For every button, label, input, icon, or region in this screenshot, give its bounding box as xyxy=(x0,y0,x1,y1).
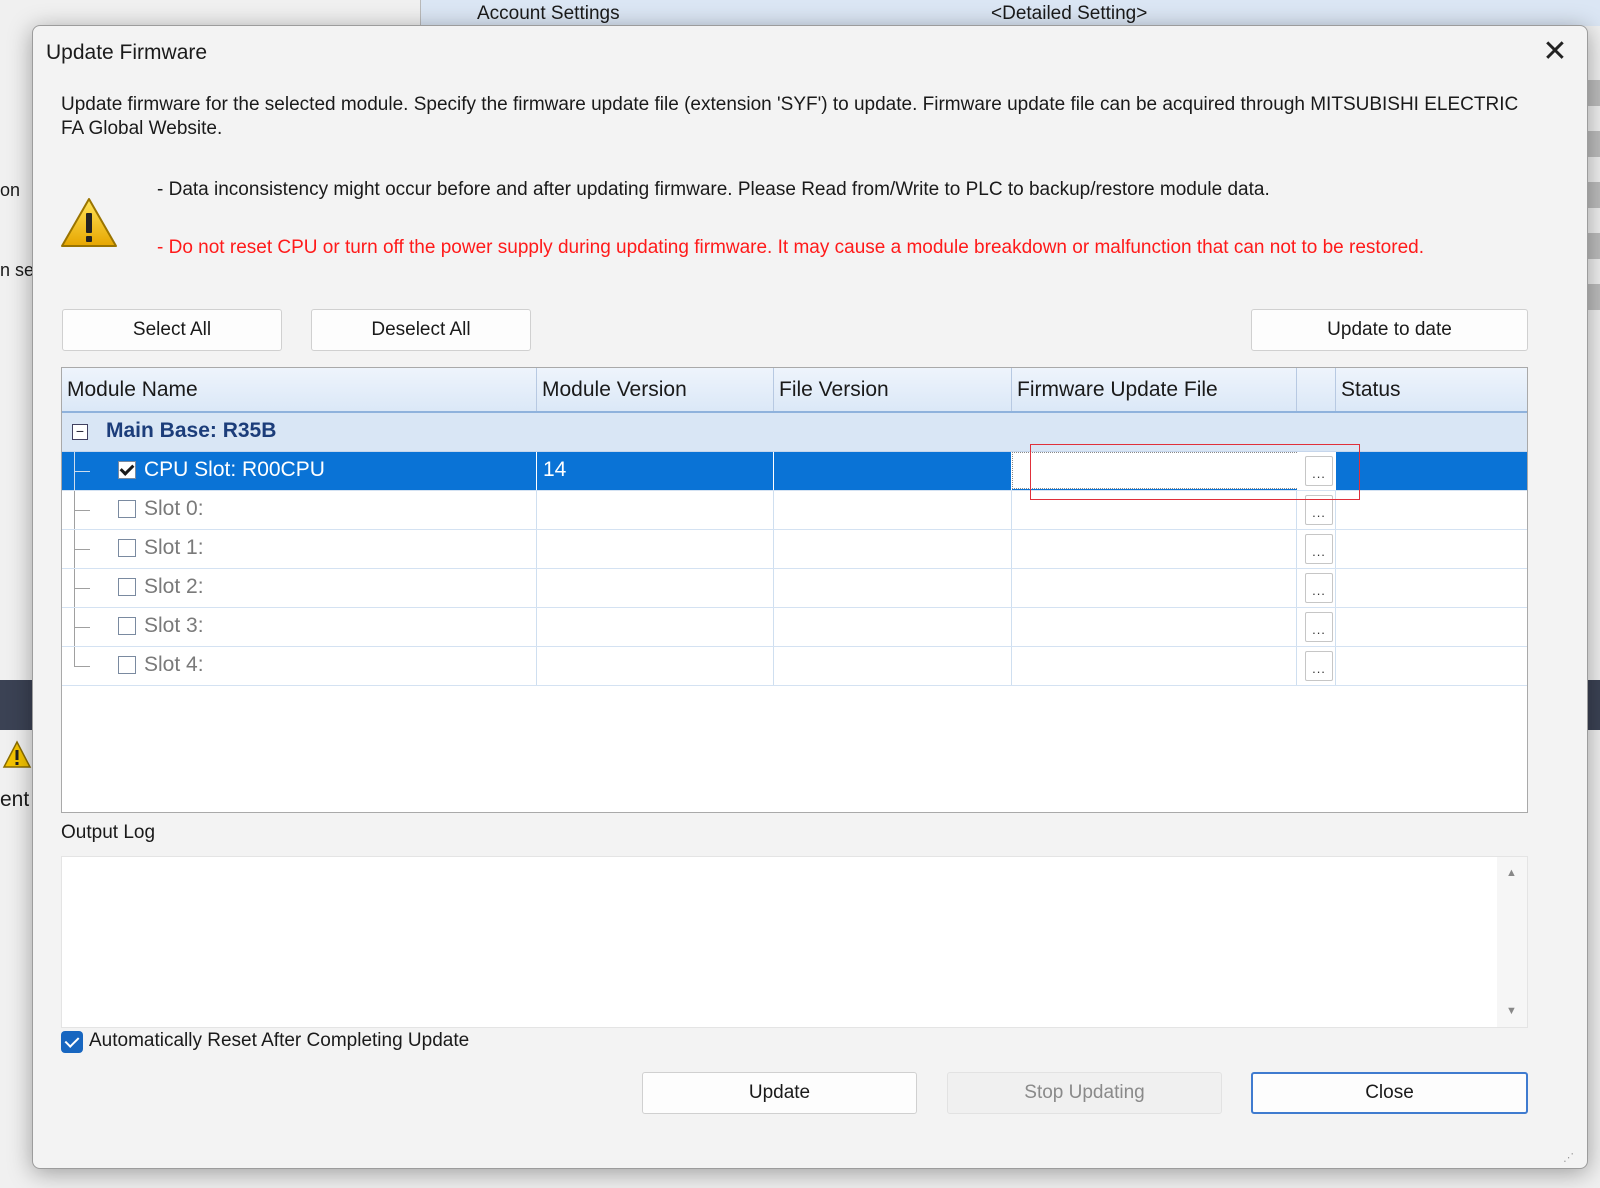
notice-warning: - Do not reset CPU or turn off the power… xyxy=(157,237,1424,258)
tree-connector xyxy=(74,530,90,568)
module-grid: Module Name Module Version File Version … xyxy=(61,367,1528,813)
auto-reset-checkbox[interactable] xyxy=(61,1031,83,1053)
output-log-label: Output Log xyxy=(61,822,156,843)
browse-button[interactable]: ... xyxy=(1305,534,1333,564)
module-name-cell: Slot 4: xyxy=(62,647,537,685)
row-checkbox[interactable] xyxy=(118,500,136,518)
module-name: CPU Slot: R00CPU xyxy=(144,458,325,481)
firmware-file-cell[interactable] xyxy=(1012,530,1297,568)
update-to-date-button[interactable]: Update to date xyxy=(1251,309,1528,351)
firmware-file-cell[interactable] xyxy=(1012,569,1297,607)
warning-icon xyxy=(2,740,32,775)
stop-updating-button[interactable]: Stop Updating xyxy=(947,1072,1222,1114)
file-version-cell xyxy=(774,530,1012,568)
background-row-value: <Detailed Setting> xyxy=(991,3,1148,24)
scroll-down-icon[interactable]: ▼ xyxy=(1506,1005,1517,1017)
column-header-module-name[interactable]: Module Name xyxy=(62,368,537,411)
table-row[interactable]: Slot 4: ... xyxy=(62,647,1527,686)
dialog-description: Update firmware for the selected module.… xyxy=(61,94,1519,139)
browse-button[interactable]: ... xyxy=(1305,612,1333,642)
warning-icon xyxy=(59,196,119,255)
module-name: Slot 0: xyxy=(144,497,204,520)
update-firmware-dialog: Update Firmware ✕ Update firmware for th… xyxy=(32,25,1588,1169)
deselect-all-button[interactable]: Deselect All xyxy=(311,309,531,351)
browse-button[interactable]: ... xyxy=(1305,573,1333,603)
module-name: Slot 3: xyxy=(144,614,204,637)
output-log-area[interactable]: ▲ ▼ xyxy=(61,856,1528,1028)
notice-info: - Data inconsistency might occur before … xyxy=(157,179,1270,200)
row-checkbox[interactable] xyxy=(118,617,136,635)
browse-button[interactable]: ... xyxy=(1305,651,1333,681)
status-cell xyxy=(1336,491,1527,529)
browse-cell: ... xyxy=(1297,608,1336,646)
status-cell xyxy=(1336,647,1527,685)
auto-reset-label[interactable]: Automatically Reset After Completing Upd… xyxy=(89,1030,469,1052)
firmware-file-cell[interactable] xyxy=(1012,647,1297,685)
module-name-cell: CPU Slot: R00CPU xyxy=(62,452,537,490)
firmware-file-cell[interactable] xyxy=(1012,608,1297,646)
tree-connector xyxy=(74,452,90,490)
column-header-file-version[interactable]: File Version xyxy=(774,368,1012,411)
table-row[interactable]: Slot 1: ... xyxy=(62,530,1527,569)
module-name: Slot 1: xyxy=(144,536,204,559)
dialog-title: Update Firmware xyxy=(46,41,208,64)
update-button[interactable]: Update xyxy=(642,1072,917,1114)
status-cell xyxy=(1336,608,1527,646)
column-header-browse xyxy=(1297,368,1336,411)
row-checkbox[interactable] xyxy=(118,539,136,557)
tree-connector xyxy=(74,647,90,685)
status-cell xyxy=(1336,530,1527,568)
module-name: Slot 2: xyxy=(144,575,204,598)
file-version-cell xyxy=(774,491,1012,529)
output-log-scrollbar[interactable]: ▲ ▼ xyxy=(1497,857,1527,1027)
column-header-module-version[interactable]: Module Version xyxy=(537,368,774,411)
select-all-button[interactable]: Select All xyxy=(62,309,282,351)
file-version-cell xyxy=(774,569,1012,607)
module-name-cell: Slot 1: xyxy=(62,530,537,568)
table-row[interactable]: Slot 2: ... xyxy=(62,569,1527,608)
module-name-cell: Slot 3: xyxy=(62,608,537,646)
table-row[interactable]: Slot 3: ... xyxy=(62,608,1527,647)
row-checkbox[interactable] xyxy=(118,656,136,674)
background-text-fragment: on xyxy=(0,180,21,200)
background-row-name: Account Settings xyxy=(477,3,620,24)
browse-cell: ... xyxy=(1297,647,1336,685)
background-property-row: Account Settings <Detailed Setting> xyxy=(420,0,1600,26)
close-button[interactable]: Close xyxy=(1251,1072,1528,1114)
module-name-cell: Slot 2: xyxy=(62,569,537,607)
status-cell xyxy=(1336,452,1527,490)
resize-grip-icon[interactable]: ⋰ xyxy=(1563,1151,1574,1164)
module-version-cell xyxy=(537,608,774,646)
highlight-box xyxy=(1030,444,1360,500)
module-version-cell xyxy=(537,569,774,607)
file-version-cell xyxy=(774,647,1012,685)
status-cell xyxy=(1336,569,1527,607)
file-version-cell xyxy=(774,608,1012,646)
browse-cell: ... xyxy=(1297,530,1336,568)
row-checkbox[interactable] xyxy=(118,578,136,596)
group-label: Main Base: R35B xyxy=(106,419,277,442)
column-header-firmware-update-file[interactable]: Firmware Update File xyxy=(1012,368,1297,411)
column-header-status[interactable]: Status xyxy=(1336,368,1527,411)
module-version-cell: 14 xyxy=(537,452,774,490)
module-version-cell xyxy=(537,491,774,529)
module-version-cell xyxy=(537,647,774,685)
module-version-cell xyxy=(537,530,774,568)
row-checkbox[interactable] xyxy=(118,461,136,479)
close-icon[interactable]: ✕ xyxy=(1533,32,1577,72)
collapse-icon[interactable]: − xyxy=(72,424,88,440)
module-name-cell: Slot 0: xyxy=(62,491,537,529)
tree-connector xyxy=(74,491,90,529)
module-version: 14 xyxy=(543,458,567,481)
tree-connector xyxy=(74,569,90,607)
background-text-fragment: n se xyxy=(0,260,35,280)
scroll-up-icon[interactable]: ▲ xyxy=(1506,867,1517,879)
grid-header: Module Name Module Version File Version … xyxy=(62,368,1527,413)
module-name: Slot 4: xyxy=(144,653,204,676)
file-version-cell xyxy=(774,452,1012,490)
background-text-fragment: ent xyxy=(0,788,30,811)
tree-connector xyxy=(74,608,90,646)
browse-cell: ... xyxy=(1297,569,1336,607)
